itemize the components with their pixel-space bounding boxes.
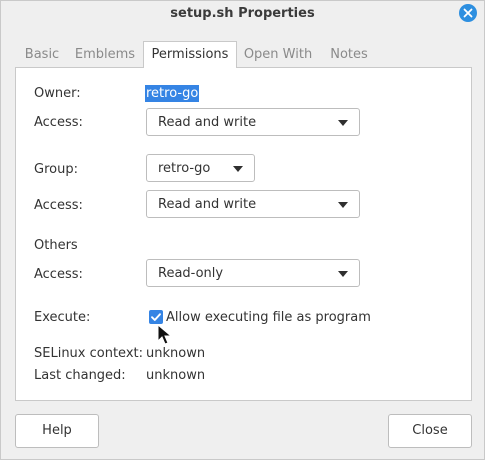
- tab-basic[interactable]: Basic: [21, 42, 63, 68]
- owner-access-dropdown[interactable]: Read and write: [146, 108, 360, 136]
- chevron-down-icon: [338, 271, 348, 277]
- chevron-down-icon: [338, 202, 348, 208]
- group-access-label: Access:: [34, 198, 83, 213]
- execute-checkbox[interactable]: [149, 310, 163, 324]
- others-heading: Others: [34, 238, 78, 253]
- properties-dialog: setup.sh Properties Basic Emblems Permis…: [0, 0, 485, 460]
- owner-value[interactable]: retro-go: [145, 85, 200, 102]
- others-access-value: Read-only: [158, 266, 224, 281]
- owner-access-value: Read and write: [158, 115, 257, 130]
- group-access-value: Read and write: [158, 197, 257, 212]
- close-button[interactable]: Close: [388, 414, 472, 448]
- group-dropdown[interactable]: retro-go: [146, 154, 255, 182]
- mouse-pointer-icon: [157, 324, 173, 345]
- owner-label: Owner:: [34, 86, 81, 101]
- help-button[interactable]: Help: [15, 414, 99, 448]
- tab-open-with[interactable]: Open With: [241, 42, 315, 68]
- others-access-label: Access:: [34, 267, 83, 282]
- tab-permissions[interactable]: Permissions: [143, 41, 237, 68]
- tab-notes[interactable]: Notes: [324, 42, 374, 68]
- checkmark-icon: [151, 313, 161, 321]
- group-label: Group:: [34, 162, 78, 177]
- group-value: retro-go: [158, 161, 211, 176]
- close-icon: [463, 8, 473, 18]
- selinux-value: unknown: [146, 346, 206, 361]
- group-access-dropdown[interactable]: Read and write: [146, 190, 360, 218]
- execute-checkbox-label[interactable]: Allow executing file as program: [166, 310, 371, 325]
- others-access-dropdown[interactable]: Read-only: [146, 259, 360, 287]
- last-changed-value: unknown: [146, 368, 206, 383]
- last-changed-label: Last changed:: [34, 368, 126, 383]
- window-title: setup.sh Properties: [170, 6, 315, 21]
- title-bar: setup.sh Properties: [1, 1, 484, 27]
- owner-access-label: Access:: [34, 115, 83, 130]
- tab-emblems[interactable]: Emblems: [72, 42, 138, 68]
- chevron-down-icon: [338, 120, 348, 126]
- selinux-label: SELinux context:: [34, 346, 144, 361]
- chevron-down-icon: [233, 166, 243, 172]
- close-window-button[interactable]: [459, 4, 477, 22]
- execute-label: Execute:: [34, 310, 91, 325]
